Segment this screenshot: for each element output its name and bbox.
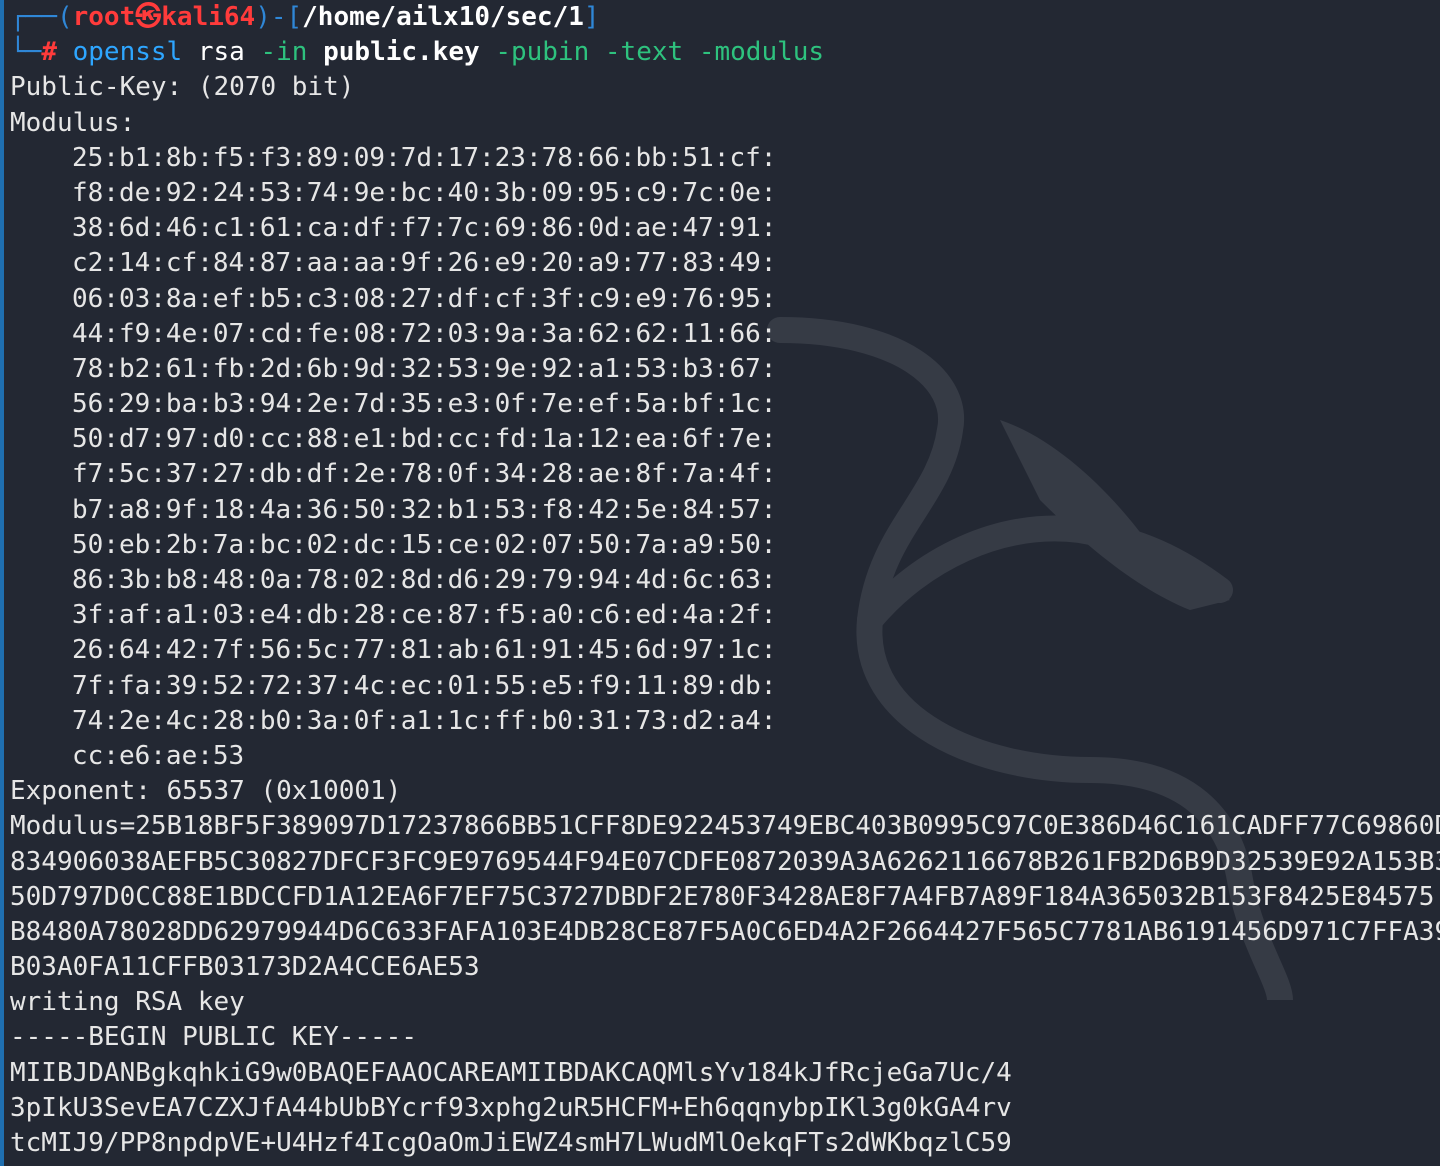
prompt-at-icon: ㉿ <box>135 2 162 32</box>
prompt-frame-top: ┌──( <box>10 2 73 32</box>
prompt-line: ┌──(root㉿kali64)-[/home/ailx10/sec/1] <box>10 0 1440 35</box>
modulus-hex-line: c2:14:cf:84:87:aa:aa:9f:26:e9:20:a9:77:8… <box>72 248 777 279</box>
command-sub: rsa <box>197 37 245 68</box>
writing-line: writing RSA key <box>10 987 245 1018</box>
prompt-hash: # <box>41 37 57 68</box>
terminal-window[interactable]: ┌──(root㉿kali64)-[/home/ailx10/sec/1] └─… <box>0 0 1440 1166</box>
begin-public-key-line: -----BEGIN PUBLIC KEY----- <box>10 1022 417 1053</box>
public-key-line: Public-Key: (2070 bit) <box>10 72 355 103</box>
modulus-hex-line: b7:a8:9f:18:4a:36:50:32:b1:53:f8:42:5e:8… <box>72 494 777 525</box>
modulus-hex-line: f7:5c:37:27:db:df:2e:78:0f:34:28:ae:8f:7… <box>72 459 777 490</box>
window-edge <box>0 0 4 1166</box>
modulus-hex-line: cc:e6:ae:53 <box>72 740 245 771</box>
modulus-eq-line: B8480A78028DD62979944D6C633FAFA103E4DB28… <box>10 916 1440 947</box>
prompt-frame-bottom: └─ <box>10 37 42 68</box>
modulus-hex-line: 50:eb:2b:7a:bc:02:dc:15:ce:02:07:50:7a:a… <box>72 529 777 560</box>
modulus-hex-line: 44:f9:4e:07:cd:fe:08:72:03:9a:3a:62:62:1… <box>72 318 777 349</box>
terminal-output: ┌──(root㉿kali64)-[/home/ailx10/sec/1] └─… <box>10 0 1440 1161</box>
modulus-hex-line: 3f:af:a1:03:e4:db:28:ce:87:f5:a0:c6:ed:4… <box>72 600 777 631</box>
prompt-user: root <box>72 2 136 32</box>
command-line[interactable]: └─# openssl rsa -in public.key -pubin -t… <box>10 35 1440 70</box>
prompt-frame-end: ] <box>583 2 600 32</box>
prompt-frame-mid: )-[ <box>255 2 303 32</box>
command-program: openssl <box>72 37 183 68</box>
command-flag-modulus: -modulus <box>698 37 825 68</box>
command-flag-in: -in <box>260 37 308 68</box>
prompt-cwd: /home/ailx10/sec/1 <box>302 2 584 32</box>
prompt-host: kali64 <box>161 2 256 32</box>
modulus-hex-line: f8:de:92:24:53:74:9e:bc:40:3b:09:95:c9:7… <box>72 177 777 208</box>
modulus-hex-line: 56:29:ba:b3:94:2e:7d:35:e3:0f:7e:ef:5a:b… <box>72 389 777 420</box>
modulus-hex-line: 25:b1:8b:f5:f3:89:09:7d:17:23:78:66:bb:5… <box>72 142 777 173</box>
command-file: public.key <box>323 37 480 68</box>
pem-line: tcMIJ9/PP8npdpVE+U4Hzf4IcgOaOmJiEWZ4smH7… <box>10 1128 1012 1158</box>
modulus-hex-line: 86:3b:b8:48:0a:78:02:8d:d6:29:79:94:4d:6… <box>72 565 777 595</box>
modulus-hex-line: 38:6d:46:c1:61:ca:df:f7:7c:69:86:0d:ae:4… <box>72 213 777 244</box>
modulus-hex-line: 26:64:42:7f:56:5c:77:81:ab:61:91:45:6d:9… <box>72 635 777 666</box>
modulus-eq-line: Modulus=25B18BF5F389097D17237866BB51CFF8… <box>10 811 1440 842</box>
pem-line: MIIBJDANBgkqhkiG9w0BAQEFAAOCAREAMIIBDAKC… <box>10 1057 1012 1088</box>
modulus-eq-line: 834906038AEFB5C30827DFCF3FC9E9769544F94E… <box>10 846 1440 877</box>
modulus-eq-line: 50D797D0CC88E1BDCCFD1A12EA6F7EF75C3727DB… <box>10 881 1435 912</box>
pem-line: 3pIkU3SevEA7CZXJfA44bUbBYcrf93xphg2uR5HC… <box>10 1092 1012 1123</box>
modulus-hex-line: 78:b2:61:fb:2d:6b:9d:32:53:9e:92:a1:53:b… <box>72 353 777 384</box>
command-flag-text: -text <box>604 37 684 68</box>
modulus-eq-line: B03A0FA11CFFB03173D2A4CCE6AE53 <box>10 952 480 983</box>
command-flag-pubin: -pubin <box>495 37 590 68</box>
modulus-label: Modulus: <box>10 107 136 138</box>
modulus-hex-line: 74:2e:4c:28:b0:3a:0f:a1:1c:ff:b0:31:73:d… <box>72 705 777 736</box>
exponent-line: Exponent: 65537 (0x10001) <box>10 776 402 807</box>
modulus-hex-line: 06:03:8a:ef:b5:c3:08:27:df:cf:3f:c9:e9:7… <box>72 283 777 314</box>
modulus-hex-line: 50:d7:97:d0:cc:88:e1:bd:cc:fd:1a:12:ea:6… <box>72 424 777 455</box>
modulus-hex-line: 7f:fa:39:52:72:37:4c:ec:01:55:e5:f9:11:8… <box>72 670 777 701</box>
